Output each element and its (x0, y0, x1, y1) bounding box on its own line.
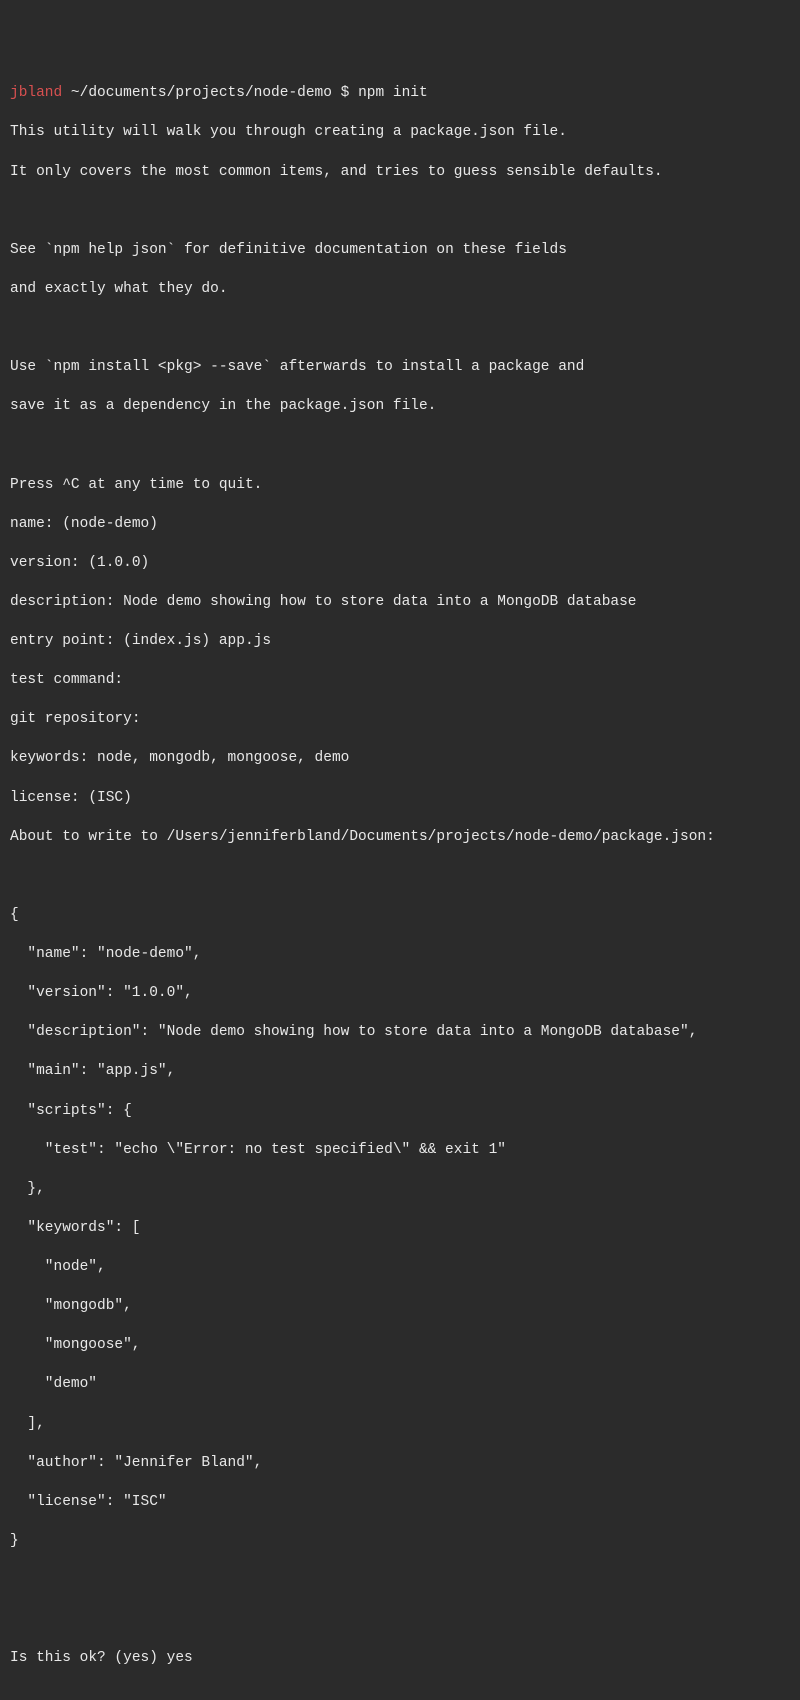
prompt-symbol: $ (341, 85, 350, 101)
blank-line (10, 319, 790, 339)
prompt-path: ~/documents/projects/node-demo (71, 85, 332, 101)
field-test-command: test command: (10, 671, 790, 691)
intro-line: This utility will walk you through creat… (10, 123, 790, 143)
json-description: "description": "Node demo showing how to… (10, 1023, 790, 1043)
json-scripts-close: }, (10, 1180, 790, 1200)
intro-line: save it as a dependency in the package.j… (10, 397, 790, 417)
json-scripts-test: "test": "echo \"Error: no test specified… (10, 1141, 790, 1161)
blank-line (10, 867, 790, 887)
json-open: { (10, 906, 790, 926)
blank-line (10, 436, 790, 456)
json-scripts-open: "scripts": { (10, 1102, 790, 1122)
json-main: "main": "app.js", (10, 1062, 790, 1082)
blank-line (10, 1571, 790, 1591)
field-version: version: (1.0.0) (10, 554, 790, 574)
intro-line: See `npm help json` for definitive docum… (10, 241, 790, 261)
blank-line (10, 202, 790, 222)
json-name: "name": "node-demo", (10, 945, 790, 965)
field-keywords: keywords: node, mongodb, mongoose, demo (10, 749, 790, 769)
json-keyword: "node", (10, 1258, 790, 1278)
field-git-repository: git repository: (10, 710, 790, 730)
intro-line: Use `npm install <pkg> --save` afterward… (10, 358, 790, 378)
prompt-command: npm init (358, 85, 428, 101)
field-description: description: Node demo showing how to st… (10, 593, 790, 613)
json-author: "author": "Jennifer Bland", (10, 1454, 790, 1474)
json-keyword: "mongodb", (10, 1297, 790, 1317)
json-version: "version": "1.0.0", (10, 984, 790, 1004)
json-keyword: "demo" (10, 1375, 790, 1395)
json-license: "license": "ISC" (10, 1493, 790, 1513)
blank-line (10, 1610, 790, 1630)
field-license: license: (ISC) (10, 789, 790, 809)
intro-line: It only covers the most common items, an… (10, 163, 790, 183)
json-keywords-close: ], (10, 1415, 790, 1435)
field-name: name: (node-demo) (10, 515, 790, 535)
field-entry-point: entry point: (index.js) app.js (10, 632, 790, 652)
confirm-prompt[interactable]: Is this ok? (yes) yes (10, 1649, 790, 1669)
json-keyword: "mongoose", (10, 1336, 790, 1356)
intro-line: and exactly what they do. (10, 280, 790, 300)
about-to-write: About to write to /Users/jenniferbland/D… (10, 828, 790, 848)
json-close: } (10, 1532, 790, 1552)
prompt-line[interactable]: jbland ~/documents/projects/node-demo $ … (10, 84, 790, 104)
intro-line: Press ^C at any time to quit. (10, 476, 790, 496)
json-keywords-open: "keywords": [ (10, 1219, 790, 1239)
prompt-user: jbland (10, 85, 62, 101)
